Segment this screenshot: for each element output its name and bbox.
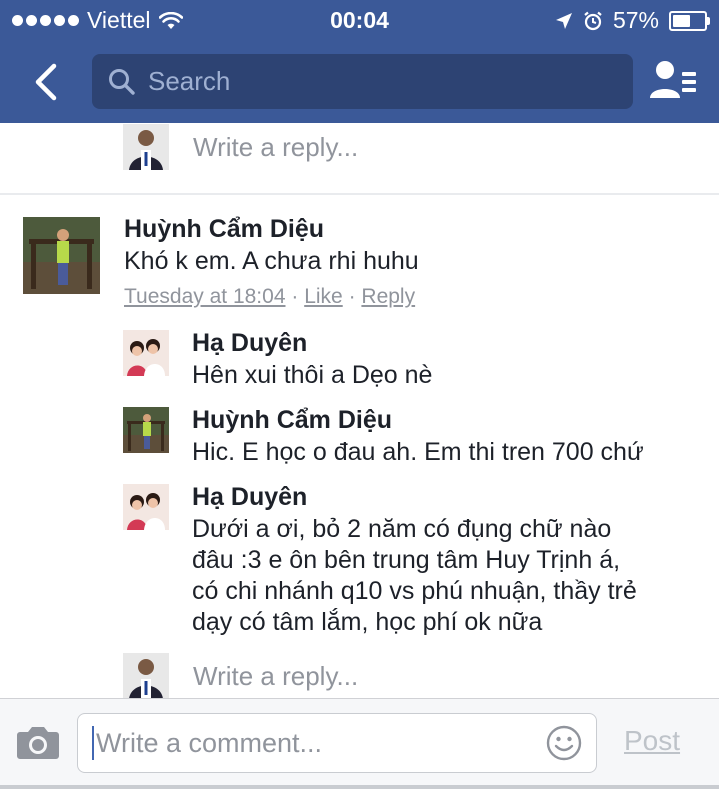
reply-item: Hạ Duyên Hên xui thôi a Dẹo nè [192,329,432,391]
meta-separator: · [291,285,299,308]
comment-input[interactable] [94,727,536,759]
header: Viettel 00:04 57% [0,0,719,123]
reply-author[interactable]: Hạ Duyên [192,329,432,358]
reply-link[interactable]: Reply [361,285,415,308]
search-icon [109,68,135,95]
reply-text-line: đâu :3 e ôn bên trung tâm Huy Trịnh á, [192,546,621,574]
reply-prompt-bottom[interactable]: Write a reply... [123,653,358,698]
battery-fill [673,14,691,27]
reply-text-line: Hic. E học o đau ah. Em thi tren 700 chứ [192,438,644,466]
search-bar[interactable] [92,54,633,109]
comment-composer: Post [0,698,719,789]
current-user-avatar [123,653,169,698]
bottom-edge [0,785,719,789]
reply-item: Hạ Duyên Dưới a ơi, bỏ 2 năm có đụng chữ… [192,483,637,638]
reply-avatar[interactable] [123,330,169,376]
reply-author[interactable]: Hạ Duyên [192,483,637,512]
nav-bar [0,54,719,110]
status-right: 57% [555,7,710,34]
reply-text-line: Hên xui thôi a Dẹo nè [192,361,433,389]
reply-text-line: dạy có tâm lắm, học phí ok nữa [192,608,543,636]
reply-text-line: có chi nhánh q10 vs phú nhuận, thầy trẻ [192,577,637,605]
comment-box[interactable] [77,713,597,773]
reply-text-line: Dưới a ơi, bỏ 2 năm có đụng chữ nào [192,515,612,543]
reply-prompt-top[interactable]: Write a reply... [123,124,358,170]
reply-prompt-label: Write a reply... [193,131,359,162]
post-button[interactable]: Post [624,725,680,757]
battery-percent: 57% [612,7,659,33]
reply-prompt-label: Write a reply... [193,660,359,691]
like-link[interactable]: Like [304,285,343,308]
alarm-icon [584,11,602,30]
comment-item [23,217,100,294]
meta-separator: · [348,285,356,308]
location-icon [555,12,572,29]
current-user-avatar [123,124,169,170]
reply-avatar[interactable] [123,407,169,453]
divider [0,193,719,195]
friend-requests-icon[interactable] [648,58,698,104]
comment-meta: Tuesday at 18:04 · Like · Reply [124,285,419,309]
status-bar: Viettel 00:04 57% [0,0,719,40]
back-arrow-icon[interactable] [26,60,66,104]
comment-text: Khó k em. A chưa rhi huhu [124,247,419,275]
battery-icon [669,10,710,31]
reply-author[interactable]: Huỳnh Cẩm Diệu [192,406,644,435]
emoji-icon[interactable] [546,725,582,761]
camera-icon[interactable] [16,724,60,760]
comments-thread: Write a reply... Huỳnh Cẩm Diệu Khó k em… [0,123,719,698]
reply-item: Huỳnh Cẩm Diệu Hic. E học o đau ah. Em t… [192,406,644,468]
reply-avatar[interactable] [123,484,169,530]
search-input[interactable] [146,65,610,98]
comment-body: Huỳnh Cẩm Diệu Khó k em. A chưa rhi huhu… [124,215,419,309]
comment-timestamp[interactable]: Tuesday at 18:04 [124,285,286,308]
commenter-avatar[interactable] [23,217,100,294]
comment-author[interactable]: Huỳnh Cẩm Diệu [124,215,419,244]
